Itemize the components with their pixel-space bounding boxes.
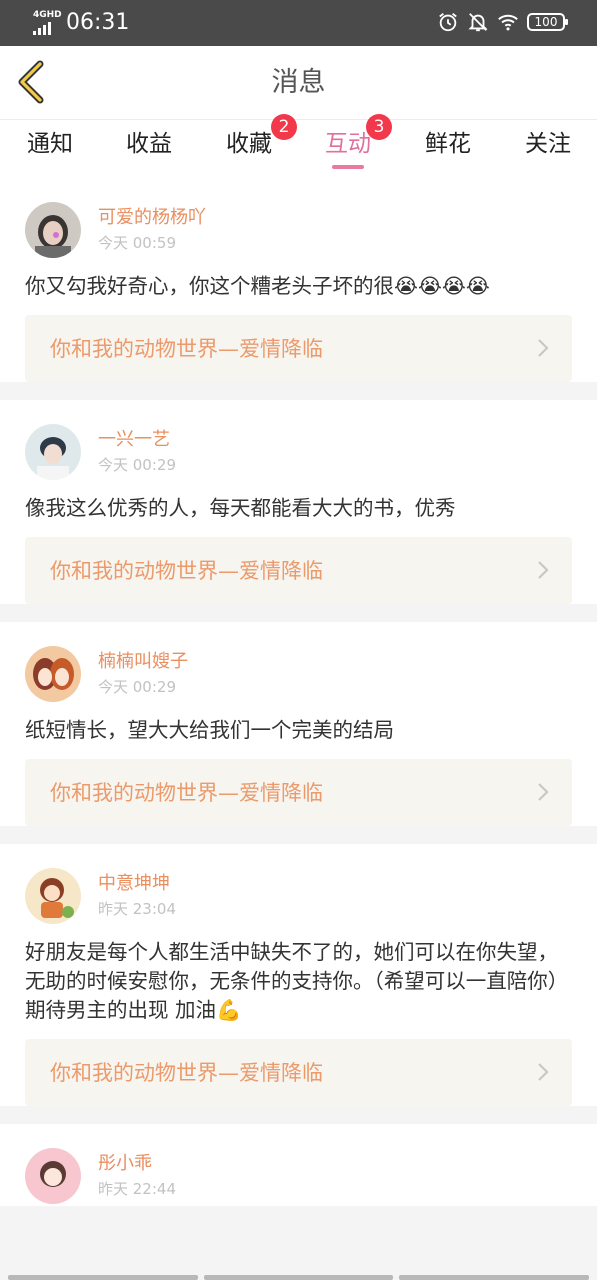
network-type: 4GHD — [33, 10, 62, 20]
book-title: 你和我的动物世界—爱情降临 — [50, 559, 323, 583]
book-title: 你和我的动物世界—爱情降临 — [50, 337, 323, 361]
mute-bell-icon — [468, 13, 488, 32]
book-link[interactable]: 你和我的动物世界—爱情降临 — [25, 315, 572, 382]
timestamp: 昨天 23:04 — [98, 900, 176, 918]
timestamp: 今天 00:29 — [98, 456, 176, 474]
tab-earnings[interactable]: 收益 — [99, 120, 199, 178]
comment-text: 纸短情长，望大大给我们一个完美的结局 — [25, 718, 394, 742]
username[interactable]: 楠楠叫嫂子 — [98, 650, 188, 674]
tab-bar: 通知 收益 收藏 2 互动 3 鲜花 关注 — [0, 114, 597, 178]
timestamp: 今天 00:29 — [98, 678, 176, 696]
tab-notifications[interactable]: 通知 — [0, 120, 100, 178]
tab-label: 关注 — [525, 131, 571, 157]
username[interactable]: 一兴一艺 — [98, 428, 170, 452]
timestamp: 昨天 22:44 — [98, 1180, 176, 1198]
message-card: 可爱的杨杨吖 今天 00:59 你又勾我好奇心，你这个糟老头子坏的很😭😭😭😭 你… — [0, 178, 597, 382]
avatar[interactable] — [25, 868, 81, 924]
chevron-right-icon — [538, 561, 549, 579]
tab-flowers[interactable]: 鲜花 — [398, 120, 498, 178]
username[interactable]: 中意坤坤 — [98, 872, 170, 896]
message-card: 彤小乖 昨天 22:44 — [0, 1124, 597, 1206]
tab-label: 收藏 — [226, 131, 272, 157]
comment-text: 好朋友是每个人都生活中缺失不了的，她们可以在你失望，无助的时候安慰你，无条件的支… — [25, 940, 569, 1022]
battery-icon: 100 — [527, 13, 568, 31]
page-title: 消息 — [271, 67, 326, 98]
clock: 06:31 — [66, 10, 130, 35]
timestamp: 今天 00:59 — [98, 234, 176, 252]
chevron-right-icon — [538, 783, 549, 801]
chevron-right-icon — [538, 1063, 549, 1081]
alarm-icon — [439, 13, 457, 32]
tab-interactions[interactable]: 互动 3 — [298, 114, 398, 178]
message-card: 一兴一艺 今天 00:29 像我这么优秀的人，每天都能看大大的书，优秀 你和我的… — [0, 400, 597, 604]
tab-label: 鲜花 — [425, 131, 471, 157]
tab-label: 互动 — [325, 131, 371, 157]
avatar[interactable] — [25, 202, 81, 258]
book-link[interactable]: 你和我的动物世界—爱情降临 — [25, 537, 572, 604]
scroll-indicator — [0, 1275, 597, 1280]
tab-label: 通知 — [27, 131, 73, 157]
book-title: 你和我的动物世界—爱情降临 — [50, 781, 323, 805]
interactions-count-badge: 3 — [366, 114, 392, 140]
signal-icon: 4GHD — [33, 10, 62, 35]
active-tab-indicator — [332, 165, 364, 169]
book-link[interactable]: 你和我的动物世界—爱情降临 — [25, 1039, 572, 1106]
wifi-icon — [498, 14, 518, 31]
book-link[interactable]: 你和我的动物世界—爱情降临 — [25, 759, 572, 826]
chevron-right-icon — [538, 339, 549, 357]
tab-favorites[interactable]: 收藏 2 — [199, 114, 299, 178]
comment-text: 像我这么优秀的人，每天都能看大大的书，优秀 — [25, 496, 456, 520]
comment-text: 你又勾我好奇心，你这个糟老头子坏的很😭😭😭😭 — [25, 274, 490, 298]
avatar[interactable] — [25, 646, 81, 702]
header: 消息 — [0, 46, 597, 120]
tab-label: 收益 — [126, 131, 172, 157]
message-card: 中意坤坤 昨天 23:04 好朋友是每个人都生活中缺失不了的，她们可以在你失望，… — [0, 844, 597, 1106]
avatar[interactable] — [25, 424, 81, 480]
message-card: 楠楠叫嫂子 今天 00:29 纸短情长，望大大给我们一个完美的结局 你和我的动物… — [0, 622, 597, 826]
avatar[interactable] — [25, 1148, 81, 1204]
favorites-count-badge: 2 — [271, 114, 297, 140]
username[interactable]: 可爱的杨杨吖 — [98, 206, 206, 230]
tab-following[interactable]: 关注 — [498, 120, 597, 178]
book-title: 你和我的动物世界—爱情降临 — [50, 1061, 323, 1085]
message-list[interactable]: 可爱的杨杨吖 今天 00:59 你又勾我好奇心，你这个糟老头子坏的很😭😭😭😭 你… — [0, 178, 597, 1280]
status-bar: 4GHD 06:31 100 — [0, 0, 597, 46]
username[interactable]: 彤小乖 — [98, 1152, 152, 1176]
